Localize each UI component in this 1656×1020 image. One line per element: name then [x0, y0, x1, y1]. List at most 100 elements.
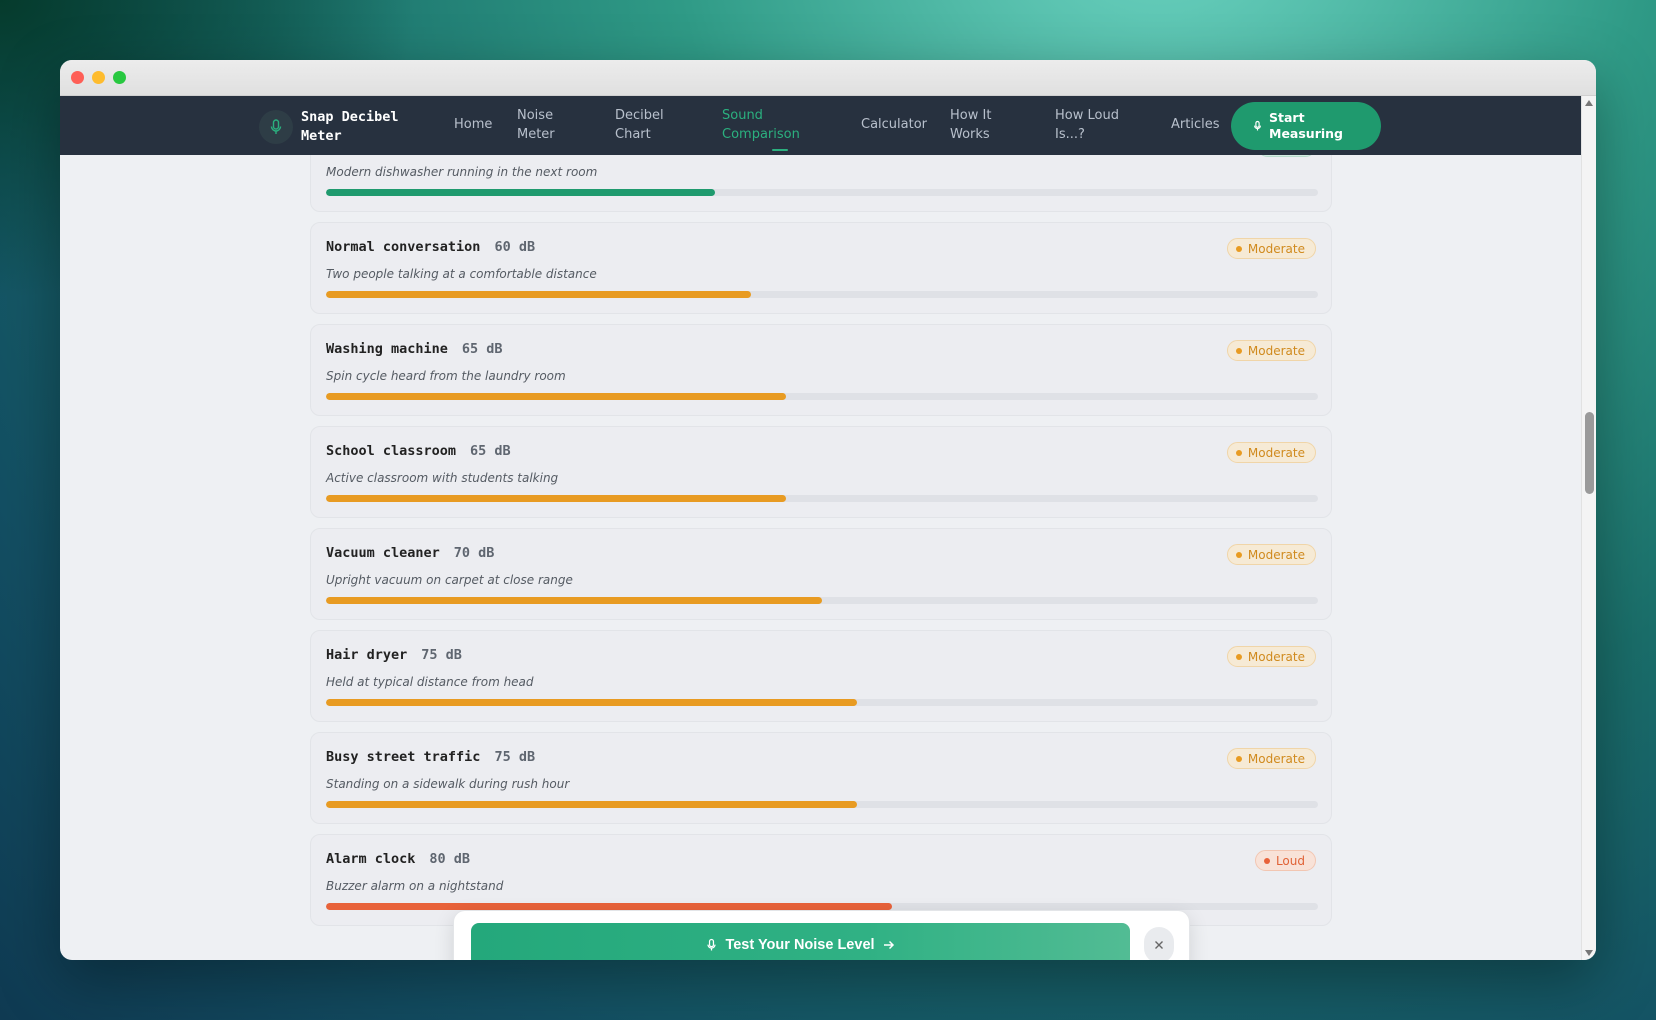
nav-sound-comparison[interactable]: Sound Comparison: [722, 106, 822, 151]
sound-db-value: 75 dB: [494, 749, 536, 765]
level-badge-label: Moderate: [1247, 547, 1305, 562]
sound-card: Hair dryer 75 dB Moderate Held at typical d…: [310, 630, 1332, 722]
sound-description: Upright vacuum on carpet at close range: [326, 573, 573, 587]
microphone-icon: [1254, 120, 1261, 131]
level-badge: Moderate: [1226, 748, 1316, 769]
nav-how-loud-is[interactable]: How Loud Is...?: [1055, 106, 1135, 144]
nav-decibel-chart[interactable]: Decibel Chart: [615, 106, 685, 144]
sound-name: Normal conversation 60 dB: [326, 239, 535, 255]
close-window-button[interactable]: [71, 71, 84, 84]
sound-description: Held at typical distance from head: [326, 675, 534, 689]
sound-name: Hair dryer 75 dB: [326, 647, 462, 663]
nav-home[interactable]: Home: [454, 115, 492, 134]
sound-name: Vacuum cleaner 70 dB: [326, 545, 494, 561]
sound-card: Busy street traffic 75 dB Moderate Standing…: [310, 732, 1332, 824]
nav-calculator[interactable]: Calculator: [861, 115, 927, 134]
sound-db-value: 65 dB: [461, 341, 503, 357]
loudness-bar-track: [326, 291, 1318, 298]
nav-articles[interactable]: Articles: [1171, 115, 1219, 134]
sound-db-value: 70 dB: [453, 545, 495, 561]
sound-description: Buzzer alarm on a nightstand: [326, 879, 504, 893]
sound-card: Normal conversation 60 dB Moderate Two peop…: [310, 222, 1332, 314]
loudness-bar-fill: [326, 393, 787, 400]
loudness-bar-fill: [326, 801, 857, 808]
arrow-right-icon: [883, 940, 894, 950]
loudness-bar-fill: [326, 189, 715, 196]
level-dot-icon: [1235, 449, 1242, 456]
maximize-window-button[interactable]: [113, 71, 126, 84]
sound-db-value: 65 dB: [470, 443, 511, 459]
microphone-icon: [707, 938, 717, 951]
sound-description: Standing on a sidewalk during rush hour: [326, 777, 570, 791]
test-noise-level-button[interactable]: Test Your Noise Level: [471, 923, 1130, 960]
start-measuring-button[interactable]: Start Measuring: [1231, 102, 1381, 150]
test-noise-level-label: Test Your Noise Level: [725, 937, 875, 953]
sound-description: Active classroom with students talking: [326, 471, 559, 485]
browser-window: Dishwasher55 dBSafeModern dishwasher run…: [60, 60, 1596, 960]
level-badge-label: Moderate: [1247, 445, 1305, 460]
loudness-bar-track: [326, 597, 1318, 604]
loudness-bar-fill: [326, 903, 893, 910]
nav-how-it-works[interactable]: How It Works: [950, 106, 1010, 144]
sound-description: Modern dishwasher running in the next ro…: [326, 165, 598, 179]
level-badge: Moderate: [1226, 340, 1316, 361]
sound-db-value: 60 dB: [494, 239, 536, 255]
page-viewport: Dishwasher55 dBSafeModern dishwasher run…: [60, 96, 1581, 960]
loudness-bar-track: [326, 495, 1318, 502]
sound-db-value: 75 dB: [421, 647, 462, 663]
level-badge-label: Moderate: [1247, 649, 1305, 664]
level-dot-icon: [1235, 551, 1242, 558]
sound-name: Alarm clock 80 dB: [326, 851, 470, 867]
loudness-bar-track: [326, 903, 1318, 910]
loudness-bar-track: [326, 699, 1318, 706]
vertical-scrollbar[interactable]: [1581, 96, 1596, 960]
loudness-bar-fill: [326, 495, 787, 502]
start-measuring-label: Start Measuring: [1269, 110, 1343, 141]
sound-name-label: Hair dryer: [326, 647, 408, 663]
scrollbar-thumb[interactable]: [1585, 412, 1594, 494]
loudness-bar-track: [326, 801, 1318, 808]
loudness-bar-fill: [326, 597, 822, 604]
level-badge: Moderate: [1226, 442, 1316, 463]
top-navbar: Snap Decibel Meter Home Noise Meter Deci…: [60, 96, 1581, 155]
microphone-icon: [259, 110, 293, 144]
title-bar: [60, 60, 1596, 96]
scroll-down-arrow-icon[interactable]: [1585, 950, 1593, 956]
sound-name-label: Normal conversation: [326, 239, 481, 255]
sound-db-value: 80 dB: [429, 851, 471, 867]
sound-description: Two people talking at a comfortable dist…: [326, 267, 597, 281]
brand-logo[interactable]: Snap Decibel Meter: [259, 108, 411, 146]
sound-card: Washing machine 65 dB Moderate Spin cycle h…: [310, 324, 1332, 416]
sound-name: Washing machine 65 dB: [326, 341, 503, 357]
level-dot-icon: [1235, 755, 1242, 762]
level-dot-icon: [1235, 347, 1242, 354]
level-badge: Moderate: [1226, 646, 1316, 667]
minimize-window-button[interactable]: [92, 71, 105, 84]
sticky-test-bar: Test Your Noise Level: [453, 910, 1190, 960]
sound-description: Spin cycle heard from the laundry room: [326, 369, 566, 383]
level-dot-icon: [1263, 857, 1270, 864]
sound-name-label: Vacuum cleaner: [326, 545, 440, 561]
level-badge: Loud: [1254, 850, 1316, 871]
level-dot-icon: [1235, 653, 1242, 660]
level-badge: Moderate: [1226, 544, 1316, 565]
loudness-bar-fill: [326, 699, 857, 706]
scroll-up-arrow-icon[interactable]: [1585, 100, 1593, 106]
sound-name: School classroom 65 dB: [326, 443, 511, 459]
sound-name-label: Busy street traffic: [326, 749, 481, 765]
loudness-bar-track: [326, 393, 1318, 400]
loudness-bar-track: [326, 189, 1318, 196]
nav-noise-meter[interactable]: Noise Meter: [517, 106, 577, 144]
loudness-bar-fill: [326, 291, 751, 298]
close-icon[interactable]: [1144, 927, 1174, 960]
level-badge: Moderate: [1226, 238, 1316, 259]
sound-name-label: Washing machine: [326, 341, 448, 357]
sound-name-label: School classroom: [326, 443, 457, 459]
sound-name: Busy street traffic 75 dB: [326, 749, 535, 765]
sound-card: School classroom 65 dB Moderate Active clas…: [310, 426, 1332, 518]
level-badge-label: Moderate: [1247, 241, 1305, 256]
sound-card: Vacuum cleaner 70 dB Moderate Upright vacuu…: [310, 528, 1332, 620]
level-badge-label: Loud: [1275, 853, 1305, 868]
level-badge-label: Moderate: [1247, 343, 1305, 358]
sound-name-label: Alarm clock: [326, 851, 416, 867]
